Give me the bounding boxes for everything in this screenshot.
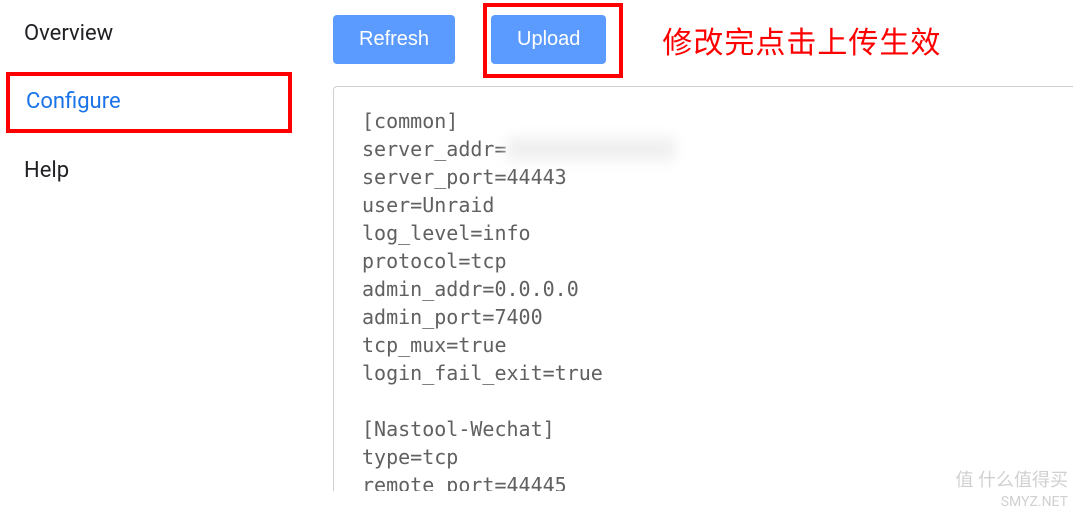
config-textarea[interactable]: [common] server_addr=xxx.xxx.xxx.xx serv… [333, 86, 1073, 491]
refresh-button[interactable]: Refresh [333, 15, 455, 64]
upload-hint-annotation: 修改完点击上传生效 [662, 18, 941, 62]
sidebar-item-overview[interactable]: Overview [0, 0, 298, 68]
upload-button[interactable]: Upload [491, 15, 606, 64]
main-content: Refresh Upload 修改完点击上传生效 [common] server… [298, 0, 1080, 517]
sidebar-item-help[interactable]: Help [0, 137, 298, 205]
sidebar: Overview Configure Help [0, 0, 298, 517]
toolbar: Refresh Upload 修改完点击上传生效 [333, 15, 1080, 64]
sidebar-item-configure[interactable]: Configure [2, 68, 296, 136]
